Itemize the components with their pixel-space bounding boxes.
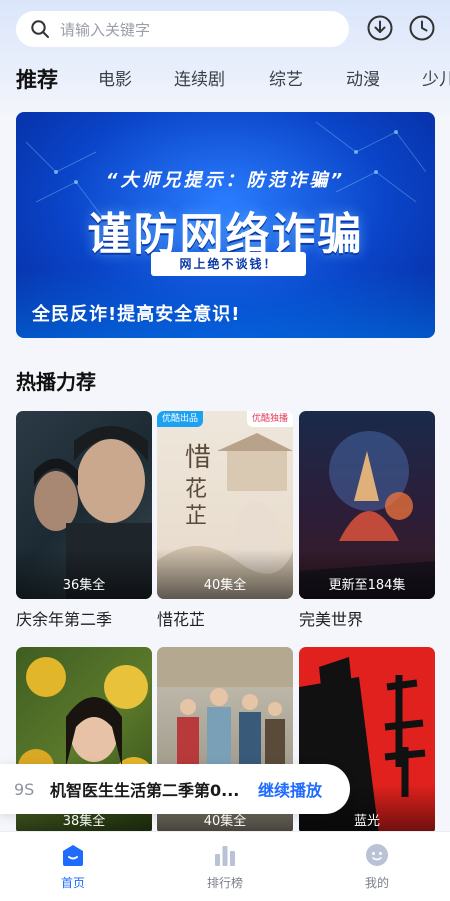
promo-banner[interactable]: “大师兄提示：防范诈骗” 谨防网络诈骗 网上绝不谈钱！ 全民反诈!提高安全意识!	[16, 112, 435, 338]
nav-home[interactable]: 首页	[28, 832, 118, 901]
profile-icon	[366, 844, 388, 866]
episode-count: 36集全	[62, 578, 106, 593]
poster-image: 更新至184集	[299, 411, 435, 599]
search-placeholder: 请输入关键字	[60, 20, 151, 39]
search-icon	[31, 20, 49, 38]
continue-time: 9S	[14, 779, 35, 799]
nav-profile[interactable]: 我的	[332, 832, 422, 901]
banner-subtitle: “大师兄提示：防范诈骗”	[105, 170, 346, 191]
episode-count: 40集全	[203, 578, 247, 593]
ranking-icon	[215, 846, 235, 866]
card-title: 惜花芷	[157, 610, 206, 629]
nav-label: 排行榜	[206, 876, 243, 890]
section-title: 热播力荐	[16, 370, 96, 394]
svg-text:花: 花	[185, 477, 207, 502]
video-card[interactable]: 36集全 庆余年第二季	[16, 411, 152, 630]
card-title: 庆余年第二季	[16, 610, 113, 629]
svg-text:芷: 芷	[185, 504, 207, 529]
continue-watching-bar[interactable]: 9S 机智医生生活第二季第0... 继续播放	[0, 764, 350, 814]
search-bar[interactable]: 请输入关键字	[16, 11, 349, 47]
exclusive-badge: 优酷独播	[246, 411, 293, 427]
tab-variety[interactable]: 综艺	[269, 64, 303, 96]
category-tabs: 推荐 电影 连续剧 综艺 动漫 少儿	[16, 64, 450, 96]
video-card[interactable]: 更新至184集 完美世界	[299, 411, 435, 630]
download-icon[interactable]	[366, 14, 394, 42]
tab-movie[interactable]: 电影	[98, 64, 132, 96]
tab-recommend[interactable]: 推荐	[16, 64, 58, 96]
banner-slogan: 全民反诈!提高安全意识!	[32, 304, 241, 325]
video-card[interactable]: 惜 花 芷 优酷出品 优酷独播 40集全 惜花芷	[157, 411, 293, 630]
tab-series[interactable]: 连续剧	[174, 64, 225, 96]
continue-play-button[interactable]: 继续播放	[258, 777, 322, 801]
banner-pill: 网上绝不谈钱！	[151, 252, 306, 276]
nav-label: 我的	[364, 876, 389, 890]
tab-kids[interactable]: 少儿	[422, 64, 450, 96]
tab-anime[interactable]: 动漫	[346, 64, 380, 96]
poster-image: 惜 花 芷 优酷出品 优酷独播 40集全	[157, 411, 293, 599]
card-title: 完美世界	[299, 610, 364, 629]
nav-ranking[interactable]: 排行榜	[180, 832, 270, 901]
episode-count: 更新至184集	[328, 578, 406, 593]
continue-title: 机智医生生活第二季第0...	[50, 781, 240, 800]
bottom-nav: 首页 排行榜 我的	[0, 831, 450, 901]
history-clock-icon[interactable]	[408, 14, 436, 42]
originals-badge: 优酷出品	[157, 411, 204, 427]
poster-image: 36集全	[16, 411, 152, 599]
home-icon	[63, 845, 83, 866]
svg-text:惜: 惜	[185, 443, 211, 473]
nav-label: 首页	[60, 876, 85, 890]
